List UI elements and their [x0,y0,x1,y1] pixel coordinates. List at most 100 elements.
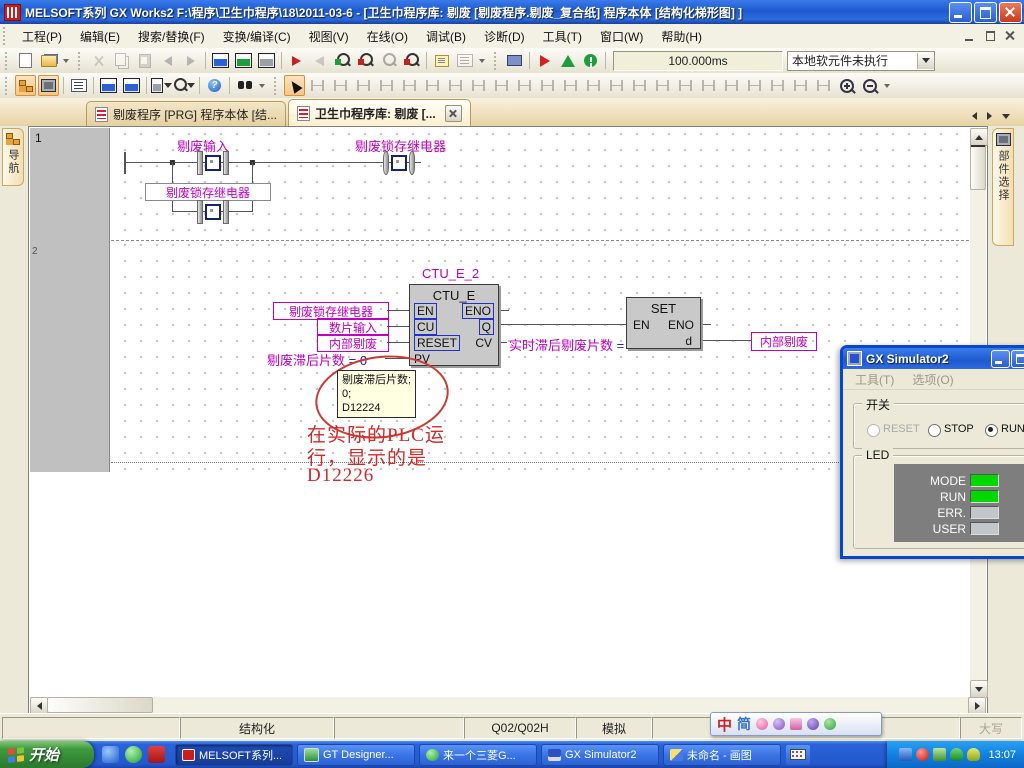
comment-box-icon[interactable] [744,75,765,96]
edge-left-icon[interactable] [790,75,811,96]
device-memory-icon[interactable] [256,50,277,71]
vertical-scroll-thumb[interactable] [970,145,986,190]
sim-maximize-button[interactable] [1011,350,1024,368]
open-project-icon[interactable] [38,50,59,71]
cv-output-label[interactable]: 实时滞后剔废片数 = 0 [509,335,635,354]
coil-icon[interactable] [514,75,535,96]
device-monitor-icon[interactable] [233,50,254,71]
statement-box-icon[interactable] [767,75,788,96]
mdi-close-button[interactable] [1002,29,1018,43]
menu-project[interactable]: 工程(P) [13,25,71,48]
close-button[interactable] [999,2,1022,23]
toolbar-overflow-icon[interactable] [60,50,71,71]
menu-help[interactable]: 帮助(H) [652,25,711,48]
close-contact-icon[interactable] [399,75,420,96]
box-select-icon[interactable] [307,75,328,96]
parallel-open-icon[interactable] [422,75,443,96]
restore-button[interactable] [974,2,997,23]
falling-pulse-close-icon[interactable] [675,75,696,96]
help-icon[interactable] [204,75,225,96]
zoom-out-icon[interactable] [859,75,880,96]
horizontal-scroll-thumb[interactable] [47,697,153,713]
tray-mute-icon[interactable] [916,748,929,761]
find-icon[interactable] [234,75,255,96]
tab-scroll-left-icon[interactable] [972,112,977,120]
menu-online[interactable]: 在线(O) [358,25,417,48]
ime-keyboard-button[interactable] [786,745,810,765]
output-window-icon[interactable] [68,75,89,96]
parallel-close-icon[interactable] [445,75,466,96]
menu-diagnostics[interactable]: 诊断(D) [475,25,534,48]
rising-pulse-icon[interactable] [606,75,627,96]
scroll-down-icon[interactable] [970,680,988,698]
menu-edit[interactable]: 编辑(E) [71,25,129,48]
ctu-function-block[interactable]: CTU_E EN CU RESET PV ENO Q CV [409,284,499,366]
toolbar-overflow-icon[interactable] [881,75,892,96]
vertical-line-icon[interactable] [468,75,489,96]
menu-window[interactable]: 窗口(W) [591,25,652,48]
device-batch-icon[interactable] [121,75,142,96]
start-button[interactable]: 开始 [0,741,94,768]
minimize-button[interactable] [949,2,972,23]
transfer-setup-icon[interactable] [504,50,525,71]
tab-close-icon[interactable] [445,105,462,122]
tray-antivirus-icon[interactable] [950,748,963,761]
element-selection-icon[interactable] [38,75,59,96]
device-comment-icon[interactable] [210,50,231,71]
monitor-pause-icon[interactable] [378,50,399,71]
ime-mode-icon[interactable]: 简 [737,714,751,734]
tray-update-icon[interactable] [933,748,946,761]
task-melsoft[interactable]: MELSOFT系列... [175,744,293,766]
monitor-start-icon[interactable] [332,50,353,71]
menu-find-replace[interactable]: 搜索/替换(F) [129,25,214,48]
set-function-block[interactable]: SET EN ENO d [626,297,701,349]
coil-symbol[interactable] [383,152,413,174]
dock-tab-navigation[interactable]: 导航 [2,128,24,186]
copy-icon[interactable] [111,50,132,71]
tab-program-body[interactable]: 剔废程序 [PRG] 程序本体 [结... [86,101,286,126]
interconnect-mode-icon[interactable] [330,75,351,96]
new-project-icon[interactable] [15,50,36,71]
stop-radio[interactable] [928,424,941,437]
paste-icon[interactable] [134,50,155,71]
toolbar-overflow-icon[interactable] [256,75,267,96]
dock-tab-element-selection[interactable]: 部件选择 [992,128,1014,246]
open-contact-icon[interactable] [376,75,397,96]
quicklaunch-messenger-icon[interactable] [125,746,142,763]
device-search-icon[interactable] [174,75,195,96]
select-mode-icon[interactable] [284,75,305,96]
jump-icon[interactable] [698,75,719,96]
tab-scroll-right-icon[interactable] [987,112,992,120]
set-output-label[interactable]: 内部剔废 [751,332,817,351]
tab-library-tickfei[interactable]: 卫生巾程序库: 剔废 [... [288,99,471,126]
ime-softkeyboard-icon[interactable] [790,718,802,730]
device-display-icon[interactable] [151,75,172,96]
ime-language-icon[interactable]: 中 [717,714,732,735]
tray-network-icon[interactable] [899,748,912,761]
fb-instance-name[interactable]: CTU_E_2 [422,266,479,281]
simulator-titlebar[interactable]: GX Simulator2 [843,348,1024,369]
sim-minimize-button[interactable] [991,350,1010,368]
branch-contact-symbol[interactable] [197,201,227,223]
output-label-icon[interactable] [583,75,604,96]
sim-menu-tools[interactable]: 工具(T) [855,371,894,388]
ime-tools-icon[interactable] [807,718,819,730]
task-gt-designer[interactable]: GT Designer... [297,744,415,766]
device-mode-combo[interactable]: 本地软元件未执行 [787,51,935,71]
device-find-icon[interactable] [98,75,119,96]
horizontal-scrollbar[interactable] [30,697,986,713]
sim-menu-options[interactable]: 选项(O) [912,371,953,388]
quicklaunch-browser-icon[interactable] [102,746,119,763]
menu-tools[interactable]: 工具(T) [534,25,591,48]
run-radio[interactable] [985,424,998,437]
reset-radio[interactable] [867,424,880,437]
undo-icon[interactable] [157,50,178,71]
branch-contact-label[interactable]: 剔废锁存继电器 [145,183,271,201]
task-gx-simulator[interactable]: GX Simulator2 [541,744,659,766]
task-chat-window[interactable]: 来一个三菱G... [419,744,537,766]
edge-right-icon[interactable] [813,75,834,96]
menu-debug[interactable]: 调试(B) [417,25,475,48]
check-error-icon[interactable] [580,50,601,71]
write-to-plc-icon[interactable] [286,50,307,71]
mdi-restore-button[interactable] [982,29,998,43]
